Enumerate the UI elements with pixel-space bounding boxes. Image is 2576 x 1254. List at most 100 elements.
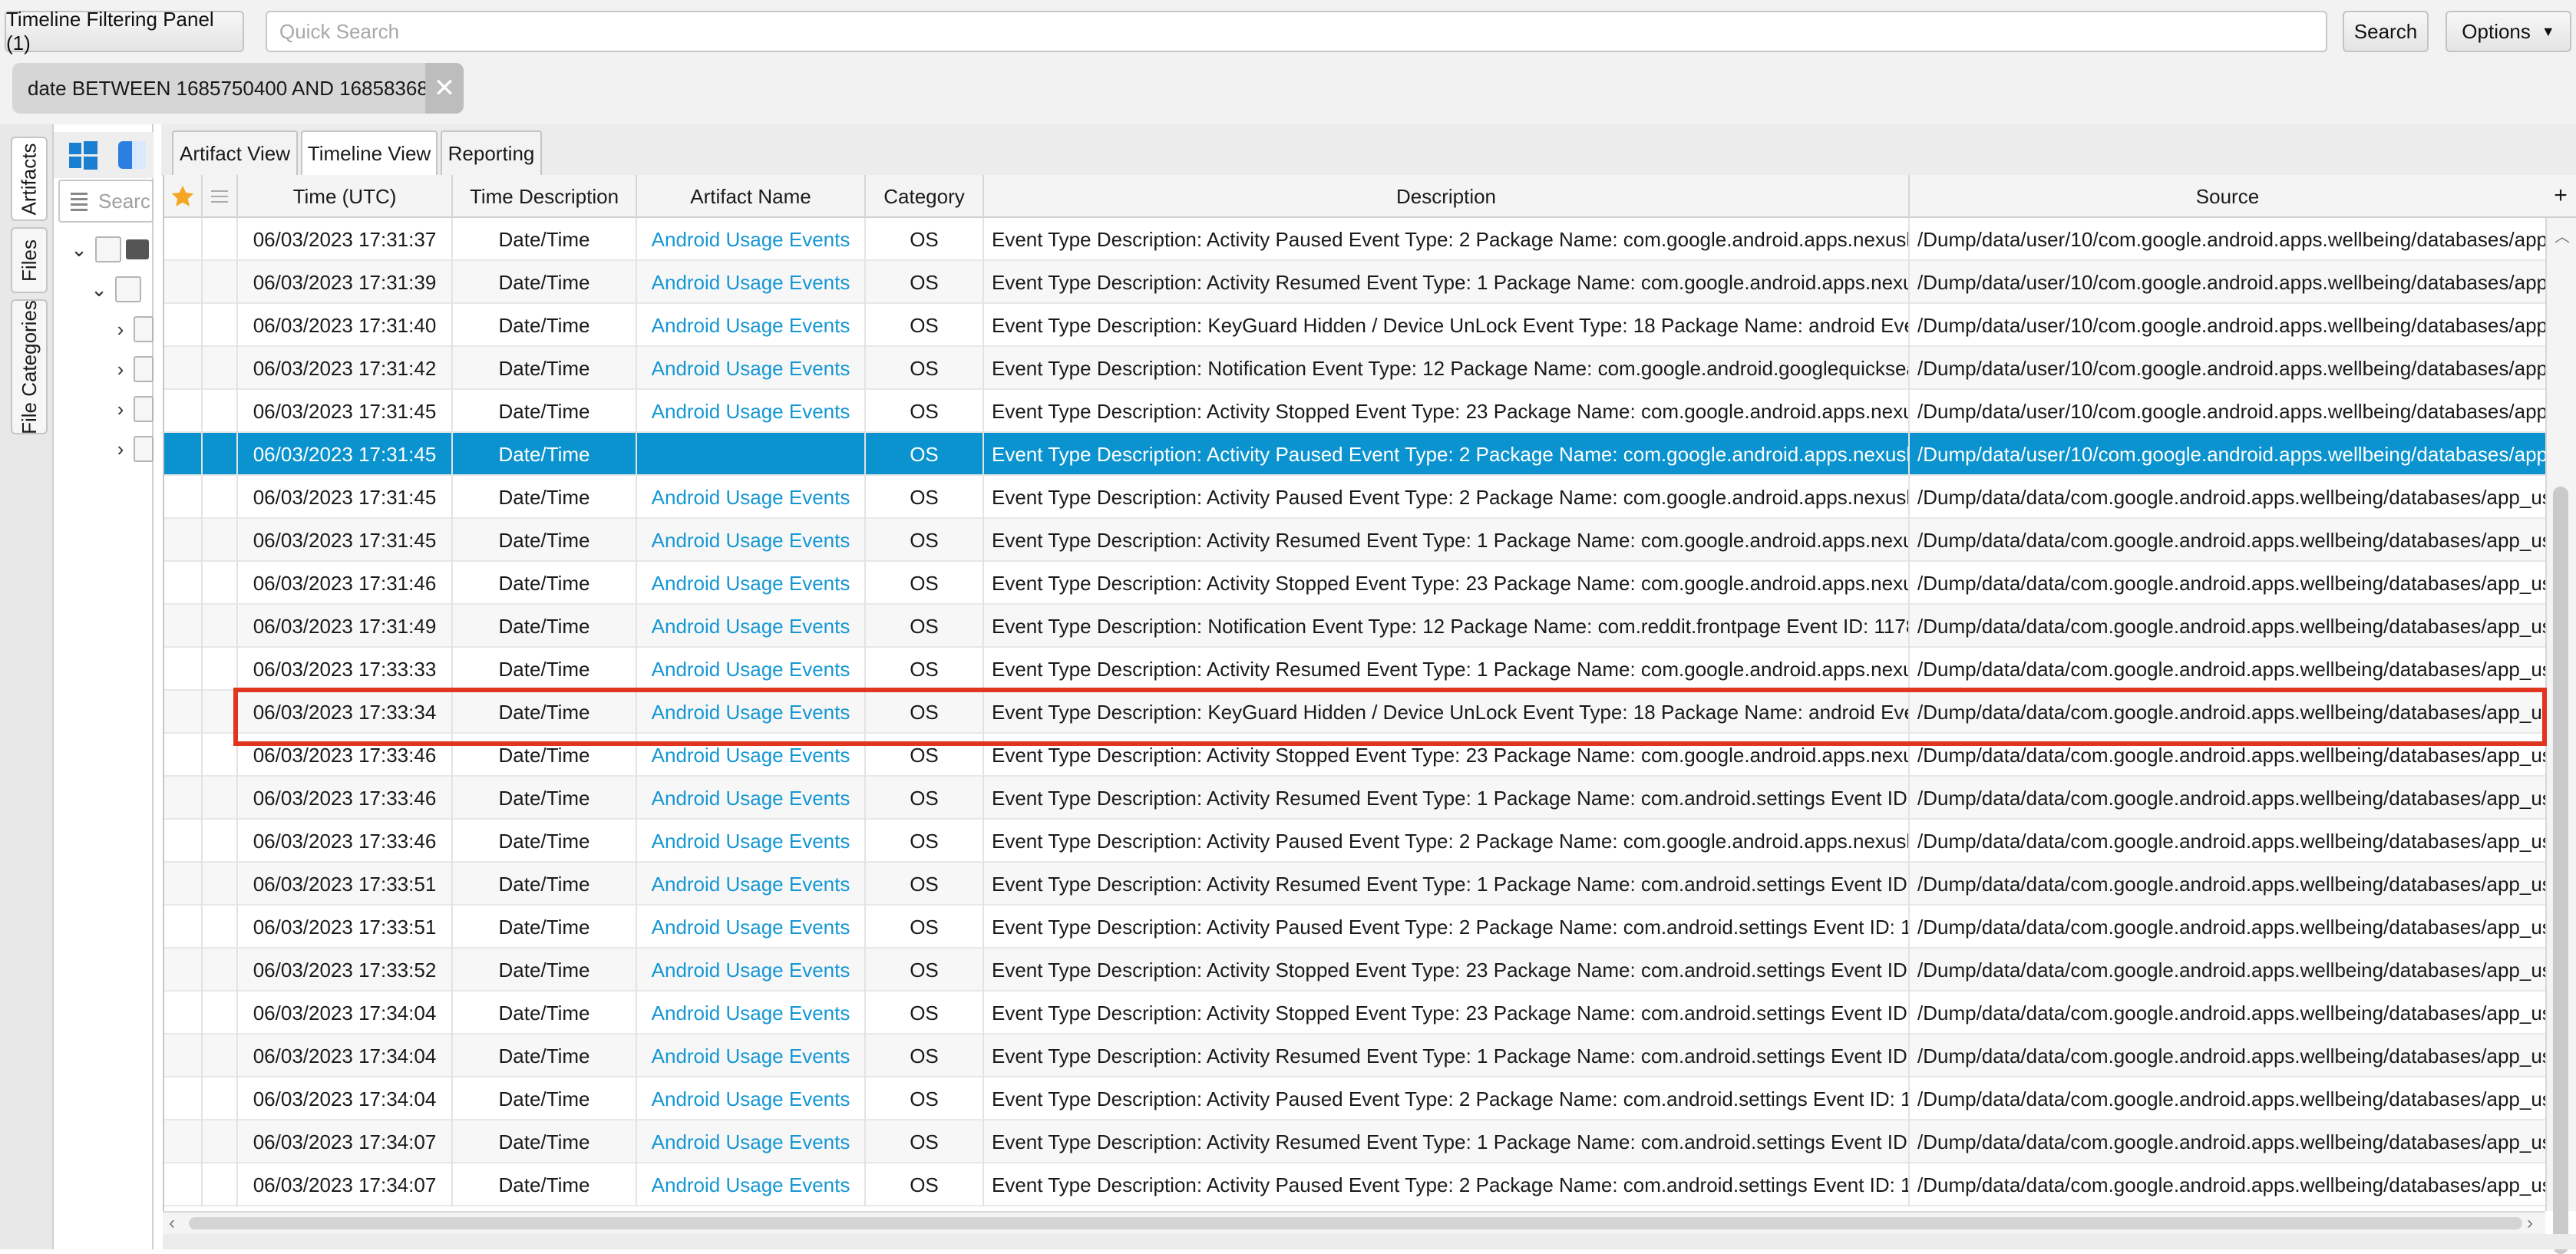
tab-files[interactable]: Files [11,227,48,293]
cell-artifact-name[interactable]: Android Usage Events [637,519,866,562]
star-cell[interactable] [164,218,203,261]
quick-search-input[interactable]: Quick Search [266,11,2327,52]
table-row[interactable]: 06/03/2023 17:31:42 Date/Time Android Usag… [164,347,2545,390]
tag-cell[interactable] [203,906,238,949]
cell-artifact-name[interactable]: Android Usage Events [637,476,866,519]
star-cell[interactable] [164,347,203,390]
star-cell[interactable] [164,519,203,562]
table-row[interactable]: 06/03/2023 17:33:46 Date/Time Android Usag… [164,777,2545,820]
table-row[interactable]: 06/03/2023 17:31:49 Date/Time Android Usag… [164,605,2545,648]
col-description[interactable]: Description [984,175,1910,218]
star-cell[interactable] [164,1163,203,1206]
scrollbar-thumb[interactable] [2553,487,2568,1254]
cell-artifact-name[interactable]: Android Usage Events [637,1163,866,1206]
options-dropdown-button[interactable]: Options ▼ [2446,11,2571,52]
cell-artifact-name[interactable] [637,433,866,476]
cell-artifact-name[interactable]: Android Usage Events [637,261,866,304]
table-row[interactable]: 06/03/2023 17:33:46 Date/Time Android Usag… [164,820,2545,863]
cell-artifact-name[interactable]: Android Usage Events [637,949,866,992]
table-row[interactable]: 06/03/2023 17:31:37 Date/Time Android Usag… [164,218,2545,261]
col-time[interactable]: Time (UTC) [238,175,453,218]
star-cell[interactable] [164,1120,203,1163]
tag-cell[interactable] [203,863,238,906]
cell-artifact-name[interactable]: Android Usage Events [637,605,866,648]
cell-artifact-name[interactable]: Android Usage Events [637,218,866,261]
tag-cell[interactable] [203,1077,238,1120]
chevron-right-icon[interactable]: › [109,398,132,421]
tag-cell[interactable] [203,1035,238,1077]
table-row[interactable]: 06/03/2023 17:33:52 Date/Time Android Usag… [164,949,2545,992]
table-row[interactable]: 06/03/2023 17:31:45 Date/Time Android Usag… [164,476,2545,519]
star-cell[interactable] [164,1077,203,1120]
chevron-down-icon[interactable]: ⌄ [68,238,91,261]
chevron-right-icon[interactable]: › [109,437,132,460]
table-row[interactable]: 06/03/2023 17:31:46 Date/Time Android Usag… [164,562,2545,605]
timeline-filter-panel-button[interactable]: Timeline Filtering Panel (1) [5,8,244,54]
cell-artifact-name[interactable]: Android Usage Events [637,820,866,863]
cell-artifact-name[interactable]: Android Usage Events [637,648,866,691]
star-cell[interactable] [164,476,203,519]
tag-cell[interactable] [203,777,238,820]
tag-cell[interactable] [203,261,238,304]
tag-cell[interactable] [203,390,238,433]
star-cell[interactable] [164,562,203,605]
star-cell[interactable] [164,1035,203,1077]
table-row[interactable]: 06/03/2023 17:33:51 Date/Time Android Usag… [164,906,2545,949]
tag-cell[interactable] [203,347,238,390]
table-row[interactable]: 06/03/2023 17:34:04 Date/Time Android Usag… [164,1077,2545,1120]
star-cell[interactable] [164,734,203,777]
add-column-button[interactable]: + [2545,175,2576,218]
tag-cell[interactable] [203,1120,238,1163]
cell-artifact-name[interactable]: Android Usage Events [637,992,866,1035]
cell-artifact-name[interactable]: Android Usage Events [637,863,866,906]
vertical-scrollbar[interactable]: ︿ [2545,218,2576,1254]
col-time-description[interactable]: Time Description [453,175,637,218]
star-cell[interactable] [164,863,203,906]
table-row[interactable]: 06/03/2023 17:33:33 Date/Time Android Usag… [164,648,2545,691]
tag-cell[interactable] [203,218,238,261]
chevron-left-icon[interactable]: ‹ [169,1213,175,1234]
star-cell[interactable] [164,992,203,1035]
table-row[interactable]: 06/03/2023 17:33:51 Date/Time Android Usag… [164,863,2545,906]
tag-cell[interactable] [203,605,238,648]
col-source[interactable]: Source [1910,175,2545,218]
horizontal-scrollbar[interactable]: ‹ › [163,1211,2545,1234]
star-cell[interactable] [164,605,203,648]
cell-artifact-name[interactable]: Android Usage Events [637,304,866,347]
star-cell[interactable] [164,777,203,820]
cell-artifact-name[interactable]: Android Usage Events [637,347,866,390]
table-row[interactable]: 06/03/2023 17:34:07 Date/Time Android Usag… [164,1120,2545,1163]
star-cell[interactable] [164,906,203,949]
cell-artifact-name[interactable]: Android Usage Events [637,1035,866,1077]
windows-icon[interactable] [66,138,100,172]
cell-artifact-name[interactable]: Android Usage Events [637,562,866,605]
tree-checkbox[interactable] [134,436,154,462]
tree-checkbox[interactable] [134,356,154,382]
list-column-header[interactable] [203,175,238,218]
tag-cell[interactable] [203,433,238,476]
star-cell[interactable] [164,390,203,433]
table-row[interactable]: 06/03/2023 17:31:45 Date/Time Android Usag… [164,519,2545,562]
scrollbar-thumb[interactable] [189,1217,2522,1229]
star-cell[interactable] [164,433,203,476]
cell-artifact-name[interactable]: Android Usage Events [637,777,866,820]
col-category[interactable]: Category [866,175,984,218]
cell-artifact-name[interactable]: Android Usage Events [637,390,866,433]
chevron-right-icon[interactable]: › [2527,1213,2533,1234]
star-cell[interactable] [164,820,203,863]
star-cell[interactable] [164,949,203,992]
star-cell[interactable] [164,261,203,304]
tag-cell[interactable] [203,304,238,347]
table-row[interactable]: 06/03/2023 17:31:45 Date/Time OS Event Type… [164,433,2545,476]
col-artifact-name[interactable]: Artifact Name [637,175,866,218]
table-row[interactable]: 06/03/2023 17:34:04 Date/Time Android Usag… [164,992,2545,1035]
cell-artifact-name[interactable]: Android Usage Events [637,906,866,949]
table-row[interactable]: 06/03/2023 17:31:40 Date/Time Android Usag… [164,304,2545,347]
star-cell[interactable] [164,691,203,734]
tag-cell[interactable] [203,992,238,1035]
table-row[interactable]: 06/03/2023 17:31:39 Date/Time Android Usag… [164,261,2545,304]
table-row[interactable]: 06/03/2023 17:34:07 Date/Time Android Usag… [164,1163,2545,1206]
chevron-right-icon[interactable]: › [109,358,132,381]
tab-file-categories[interactable]: File Categories [11,299,48,434]
tab-artifact-view[interactable]: Artifact View [172,130,298,175]
